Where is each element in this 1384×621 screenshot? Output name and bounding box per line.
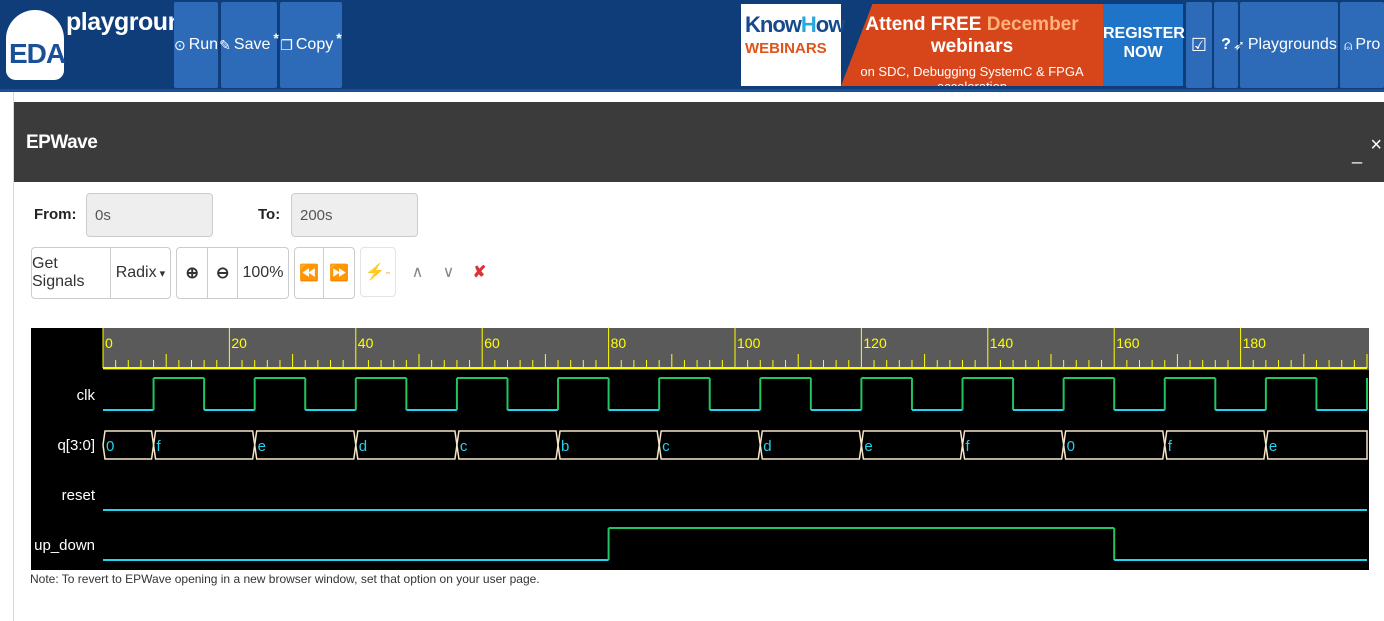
copy-button[interactable]: ❐ Copy * (280, 2, 342, 88)
epwave-header: EPWave _ × (14, 102, 1384, 182)
close-button[interactable]: × (1370, 134, 1382, 157)
logo-mark: EDA (9, 38, 66, 69)
tick-label: 20 (231, 335, 247, 351)
tick-label: 40 (358, 335, 374, 351)
save-label: Save (233, 36, 271, 53)
scroll-left-button[interactable]: ⏪ (295, 248, 325, 298)
move-up-button[interactable]: ∧ (402, 247, 433, 297)
banner-subline: on SDC, Debugging SystemC & FPGA acceler… (860, 64, 1084, 94)
bus-value: 0 (106, 438, 114, 455)
remove-icon: ✘ (472, 264, 487, 281)
bus-value: d (359, 438, 367, 455)
run-button[interactable]: ⊙ Run (174, 2, 218, 88)
radix-dropdown[interactable]: Radix ▾ (111, 248, 170, 298)
waveform-viewer[interactable]: 0 20 40 60 80 100 120 140 160 180clkq[3:0] 0 f e d c b c… (31, 328, 1369, 570)
chevron-up-icon: ∧ (411, 264, 424, 281)
unsaved-star: * (273, 30, 279, 46)
to-input[interactable]: 200s (291, 193, 418, 237)
signal-name-reset[interactable]: reset (62, 487, 96, 504)
fast-backward-icon: ⏪ (299, 265, 319, 282)
knowhow-sub: WEBINARS (745, 40, 827, 57)
navigate-group: ⏪ ⏩ (294, 247, 355, 299)
profile-label: Pro (1355, 36, 1381, 53)
fast-forward-icon: ⏩ (329, 265, 349, 282)
to-label: To: (258, 206, 281, 223)
run-label: Run (188, 36, 219, 53)
tick-label: 120 (863, 335, 887, 351)
tick-label: 180 (1243, 335, 1267, 351)
tick-label: 0 (105, 335, 113, 351)
zoom-group: ⊕ ⊖ 100% (176, 247, 289, 299)
navbar: EDA playground ⊙ Run ✎ Save * ❐ Copy * K… (0, 0, 1384, 92)
bus-value: c (460, 438, 468, 455)
tick-label: 160 (1116, 335, 1140, 351)
from-label: From: (34, 206, 77, 223)
zoom-in-icon: ⊕ (185, 265, 199, 282)
zoom-out-button[interactable]: ⊖ (208, 248, 238, 298)
background-page-edge (0, 92, 14, 621)
signal-name-updown[interactable]: up_down (34, 537, 95, 554)
knowhow-logo: KnowHow WEBINARS (741, 4, 845, 86)
pencil-icon: ✎ (219, 36, 231, 53)
tick-label: 100 (737, 335, 761, 351)
zoom-in-button[interactable]: ⊕ (177, 248, 209, 298)
edit-icon: ☑ (1190, 34, 1208, 55)
move-down-button[interactable]: ∨ (433, 247, 464, 297)
tick-label: 80 (611, 335, 627, 351)
bus-value: b (561, 438, 569, 455)
minimize-button[interactable]: _ (1352, 144, 1362, 165)
user-icon: ⍝ (1344, 36, 1353, 53)
edge-search-button[interactable]: ⚡- (360, 247, 396, 297)
register-now-button[interactable]: REGISTER NOW (1103, 4, 1185, 86)
edge-group: ⚡- (360, 247, 396, 299)
signals-group: Get Signals Radix ▾ (31, 247, 171, 299)
copy-label: Copy (295, 36, 334, 53)
scroll-right-button[interactable]: ⏩ (324, 248, 354, 298)
help-icon: ? (1221, 36, 1231, 53)
lightning-icon: ⚡- (365, 264, 391, 281)
bus-value: e (1269, 438, 1277, 455)
epwave-title: EPWave (26, 132, 98, 153)
playgrounds-menu[interactable]: ➶ Playgrounds ▾ (1233, 2, 1345, 88)
epwave-panel: EPWave _ × From: 0s To: 200s Get Signals… (14, 102, 1384, 621)
epwave-note: Note: To revert to EPWave opening in a n… (30, 572, 540, 586)
bus-value: d (763, 438, 771, 455)
eda-playground-logo[interactable]: EDA playground (4, 2, 198, 88)
playgrounds-label: Playgrounds (1247, 36, 1337, 53)
chevron-down-icon: ∨ (442, 264, 455, 281)
rocket-icon: ➶ (1233, 36, 1245, 53)
from-input[interactable]: 0s (86, 193, 213, 237)
bus-value: 0 (1067, 438, 1075, 455)
bus-value: e (864, 438, 872, 455)
webinar-banner[interactable]: KnowHow WEBINARS Attend FREE December we… (741, 4, 1185, 86)
signal-name-clk[interactable]: clk (77, 387, 96, 404)
caret-down-icon: ▾ (159, 267, 166, 280)
radix-label: Radix (115, 264, 157, 281)
tick-label: 140 (990, 335, 1014, 351)
edit-profile-button[interactable]: ☑ (1186, 2, 1212, 88)
save-button[interactable]: ✎ Save * (219, 2, 279, 88)
bus-value: c (662, 438, 670, 455)
banner-headline: Attend FREE December webinars on SDC, De… (841, 4, 1103, 86)
copy-icon: ❐ (280, 36, 293, 53)
profile-menu[interactable]: ⍝ Pro (1340, 2, 1384, 88)
remove-signal-button[interactable]: ✘ (464, 247, 495, 297)
get-signals-button[interactable]: Get Signals (32, 248, 111, 298)
tick-label: 60 (484, 335, 500, 351)
bus-value: e (258, 438, 266, 455)
zoom-level[interactable]: 100% (238, 248, 288, 298)
play-circle-icon: ⊙ (173, 36, 186, 53)
copy-star: * (336, 30, 342, 46)
signal-order-group: ∧ ∨ ✘ (402, 247, 495, 299)
signal-name-q30[interactable]: q[3:0] (57, 437, 95, 454)
zoom-out-icon: ⊖ (215, 265, 230, 282)
